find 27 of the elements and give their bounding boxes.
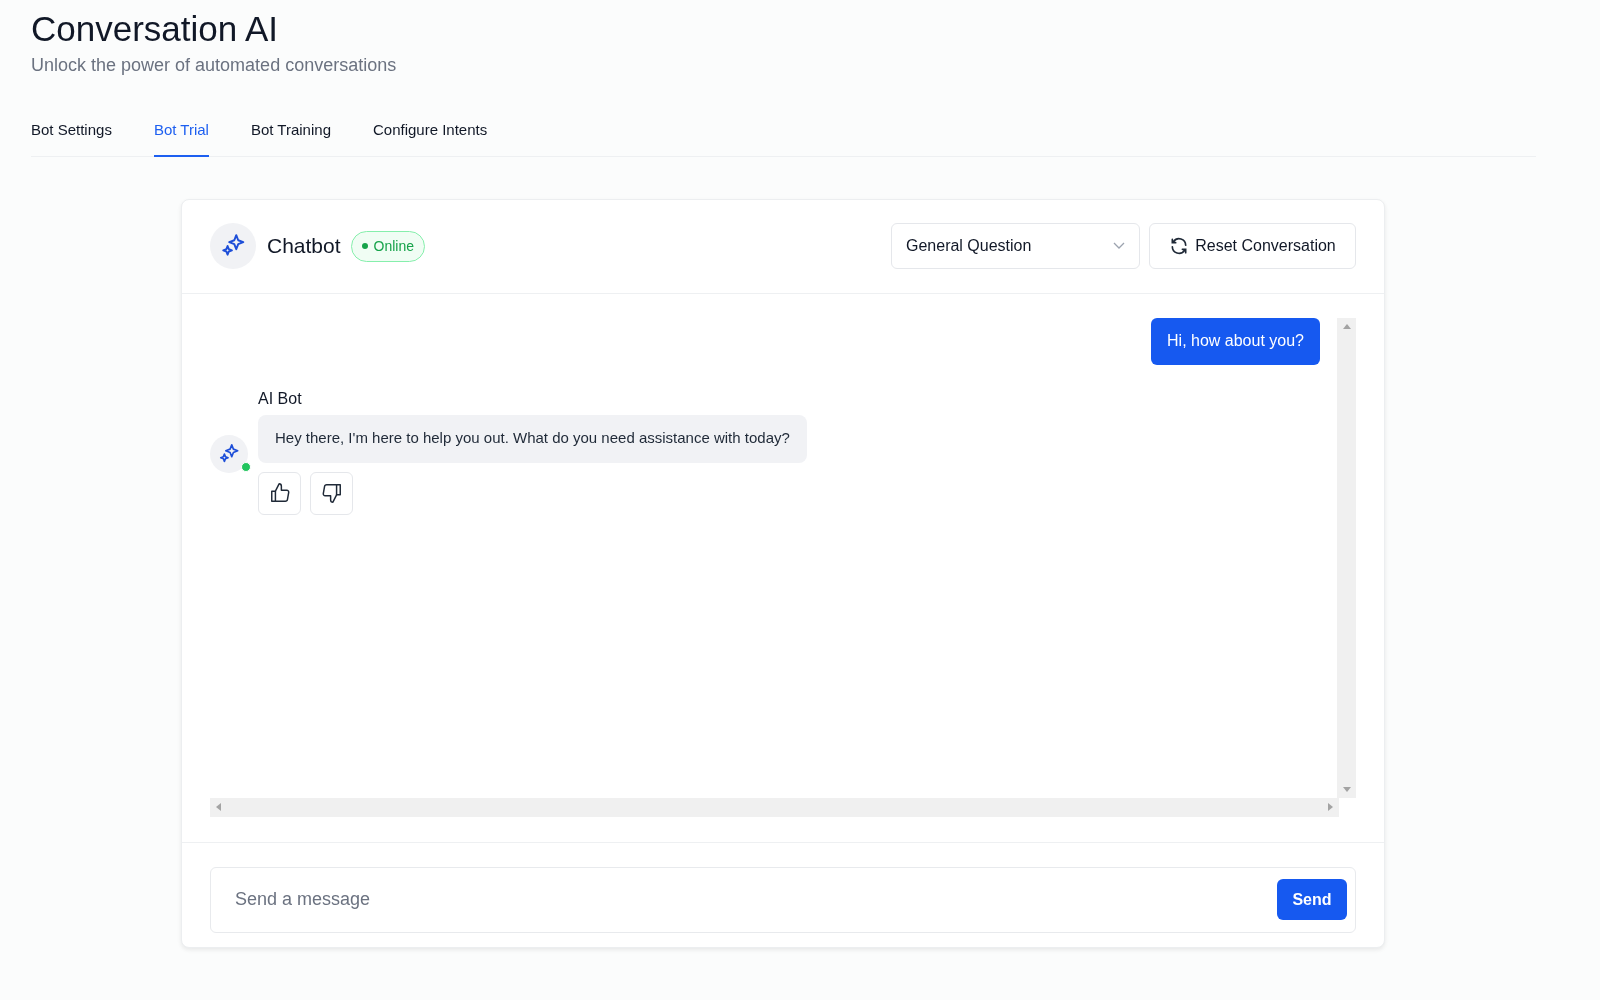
- tab[interactable]: Configure Intents: [372, 119, 488, 157]
- tab[interactable]: Bot Trial: [153, 119, 209, 157]
- scroll-up-icon: [1342, 323, 1351, 329]
- sparkle-icon: [218, 442, 240, 465]
- bot-name: Chatbot: [267, 233, 341, 260]
- sparkle-icon: [220, 233, 246, 259]
- thumbs-up-icon: [268, 482, 291, 504]
- thumbs-down-icon: [320, 482, 343, 504]
- intent-select[interactable]: General Question: [891, 223, 1140, 269]
- page-title: Conversation AI: [31, 8, 279, 50]
- message-input[interactable]: Send a message Send: [210, 866, 1356, 933]
- bot-message: Hey there, I'm here to help you out. What do you need assistance with today?: [258, 414, 807, 463]
- status-badge: Online: [350, 230, 426, 262]
- scroll-left-icon: [216, 803, 221, 811]
- scroll-right-icon: [1328, 803, 1333, 811]
- user-message: Hi, how about you?: [1151, 317, 1320, 365]
- chevron-down-icon: [1113, 242, 1125, 250]
- tab[interactable]: Bot Training: [250, 119, 331, 157]
- tab[interactable]: Bot Settings: [31, 119, 112, 157]
- thumbs-up-button[interactable]: [258, 471, 301, 515]
- page-subtitle: Unlock the power of automated conversations: [31, 54, 397, 77]
- send-button[interactable]: Send: [1277, 879, 1347, 920]
- reset-conversation-button[interactable]: Reset Conversation: [1149, 223, 1356, 269]
- sender-name: AI Bot: [258, 388, 302, 409]
- thumbs-down-button[interactable]: [310, 471, 353, 515]
- scroll-down-icon: [1342, 786, 1351, 792]
- refresh-icon: [1169, 236, 1190, 256]
